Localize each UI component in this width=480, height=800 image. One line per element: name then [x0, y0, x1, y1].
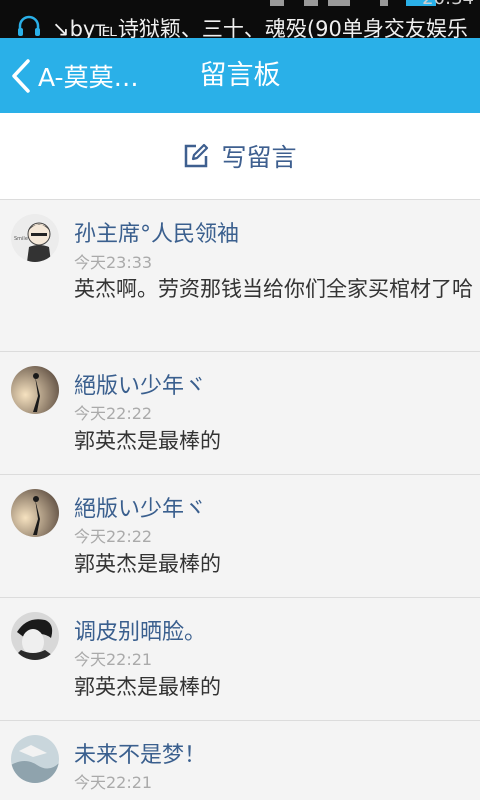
message-text: 郭英杰是最棒的	[74, 552, 221, 576]
write-message-label: 写留言	[221, 143, 297, 172]
message-author[interactable]: 絕版い少年ヾ	[74, 491, 206, 523]
avatar[interactable]	[11, 735, 59, 783]
avatar[interactable]	[11, 489, 59, 537]
message-time: 今天22:21	[74, 650, 153, 669]
edit-icon	[185, 143, 209, 168]
back-label: A-莫莫…	[38, 62, 139, 92]
message-author[interactable]: 孙主席°人民领袖	[74, 216, 239, 248]
avatar[interactable]	[11, 612, 59, 660]
avatar[interactable]	[11, 366, 59, 414]
message-time: 今天22:22	[74, 527, 153, 546]
write-message-button[interactable]: 写留言	[0, 113, 480, 200]
message-time: 今天22:22	[74, 404, 153, 423]
message-item[interactable]: 调皮别晒脸。 今天22:21 郭英杰是最棒的	[0, 598, 480, 721]
notification-ticker: ↘by℡诗狱颖、三十、魂殁(90单身交友娱乐	[52, 17, 468, 38]
message-time: 今天22:21	[74, 773, 153, 792]
message-author[interactable]: 絕版い少年ヾ	[74, 368, 206, 400]
top-app-bar: A-莫莫… 留言板	[0, 38, 480, 113]
chevron-left-icon	[12, 58, 30, 93]
status-bar: ↘by℡诗狱颖、三十、魂殁(90单身交友娱乐 20:34	[0, 0, 480, 38]
svg-text:Smile: Smile	[14, 236, 28, 242]
status-clock: 20:34	[422, 0, 474, 9]
message-item[interactable]: Smile 孙主席°人民领袖 今天23:33 英杰啊。劳资那钱当给你们全家买棺材…	[0, 200, 480, 352]
message-time: 今天23:33	[74, 253, 153, 272]
avatar[interactable]: Smile	[11, 214, 59, 262]
message-text: 郭英杰是最棒的	[74, 675, 221, 699]
message-item[interactable]: 絕版い少年ヾ 今天22:22 郭英杰是最棒的	[0, 352, 480, 475]
headset-notification-icon	[18, 15, 40, 36]
message-text: 英杰啊。劳资那钱当给你们全家买棺材了哈	[74, 277, 473, 301]
back-button[interactable]: A-莫莫…	[8, 38, 178, 113]
message-author[interactable]: 调皮别晒脸。	[74, 614, 206, 646]
message-author[interactable]: 未来不是梦！	[74, 737, 206, 769]
message-list: Smile 孙主席°人民领袖 今天23:33 英杰啊。劳资那钱当给你们全家买棺材…	[0, 200, 480, 800]
message-item[interactable]: 未来不是梦！ 今天22:21	[0, 721, 480, 800]
message-text: 郭英杰是最棒的	[74, 429, 221, 453]
message-item[interactable]: 絕版い少年ヾ 今天22:22 郭英杰是最棒的	[0, 475, 480, 598]
